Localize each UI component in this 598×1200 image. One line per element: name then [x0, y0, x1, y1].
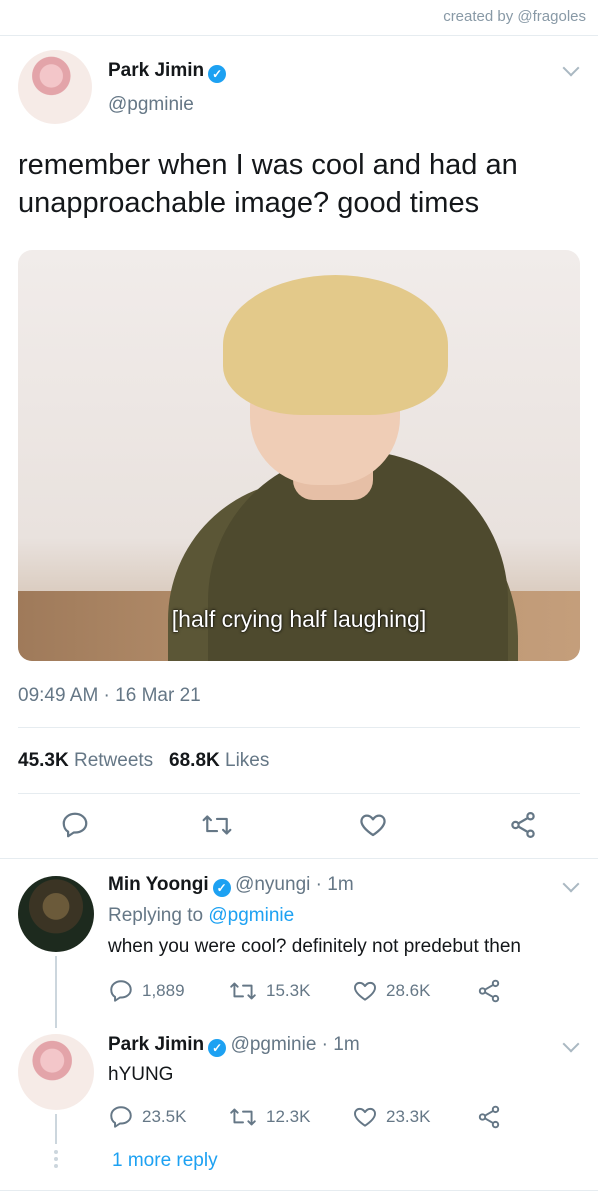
replying-to-handle[interactable]: @pgminie — [208, 905, 294, 926]
chevron-down-icon[interactable] — [562, 1035, 580, 1053]
reply-2-like-count: 23.3K — [386, 1107, 431, 1126]
stats-divider — [18, 793, 580, 794]
share-icon — [511, 812, 535, 838]
image-hair — [223, 275, 448, 415]
actions-divider — [0, 858, 598, 859]
verified-badge-icon: ✓ — [208, 1039, 227, 1057]
reply-2-retweet-button[interactable]: 12.3K — [228, 1104, 310, 1130]
share-icon — [478, 979, 500, 1003]
reply-2-retweet-count: 12.3K — [266, 1107, 311, 1126]
reply-1-author-name[interactable]: Min Yoongi — [108, 874, 209, 895]
reply-1-like-count: 28.6K — [386, 981, 431, 1000]
chevron-down-icon[interactable] — [562, 875, 580, 893]
reply-1-reply-count: 1,889 — [142, 981, 185, 1000]
retweets-label: Retweets — [73, 750, 154, 771]
reply-1-retweet-count: 15.3K — [266, 981, 311, 1000]
author-avatar[interactable] — [18, 50, 92, 124]
retweet-icon — [202, 815, 232, 835]
reply-2-header[interactable]: Park Jimin ✓ @pgminie · 1m — [108, 1034, 360, 1057]
creator-credit: created by @fragoles — [443, 8, 586, 25]
reply-2-handle[interactable]: @pgminie — [231, 1034, 317, 1055]
reply-1-header[interactable]: Min Yoongi ✓ @nyungi · 1m — [108, 874, 354, 897]
bottom-divider — [0, 1190, 598, 1191]
like-button[interactable] — [358, 810, 388, 840]
reply-1-handle[interactable]: @nyungi — [235, 874, 310, 895]
retweet-button[interactable] — [200, 810, 234, 840]
thread-line — [55, 1114, 57, 1144]
replying-to-prefix: Replying to — [108, 905, 204, 926]
reply-2-reply-button[interactable]: 23.5K — [108, 1104, 186, 1130]
chevron-down-icon[interactable] — [562, 59, 580, 77]
reply-1-text: when you were cool? definitely not prede… — [108, 936, 521, 957]
tweet-text: remember when I was cool and had an unap… — [18, 149, 518, 219]
retweets-stat[interactable]: 45.3K Retweets — [18, 750, 153, 771]
retweet-icon — [230, 1108, 256, 1126]
reply-2-like-button[interactable]: 23.3K — [352, 1104, 430, 1130]
replying-to: Replying to @pgminie — [108, 905, 294, 927]
reply-2-author-name[interactable]: Park Jimin — [108, 1034, 204, 1055]
reply-2-avatar[interactable] — [18, 1034, 94, 1110]
likes-label: Likes — [225, 750, 270, 771]
likes-stat[interactable]: 68.8K Likes — [169, 750, 269, 771]
author-name[interactable]: Park Jimin — [108, 60, 204, 81]
reply-2-age: 1m — [333, 1034, 360, 1055]
tweet-time: 09:49 AM — [18, 685, 99, 706]
author-name-row[interactable]: Park Jimin ✓ — [108, 60, 227, 83]
reply-icon — [62, 812, 88, 838]
tweet-image[interactable]: [half crying half laughing] — [18, 250, 580, 661]
reply-1-like-button[interactable]: 28.6K — [352, 978, 430, 1004]
reply-1-reply-button[interactable]: 1,889 — [108, 978, 185, 1004]
tweet-timestamp[interactable]: 09:49 AM · 16 Mar 21 — [18, 685, 201, 707]
reply-1-retweet-button[interactable]: 15.3K — [228, 978, 310, 1004]
author-handle[interactable]: @pgminie — [108, 94, 194, 116]
reply-icon — [110, 1106, 132, 1128]
reply-1-share-button[interactable] — [476, 978, 502, 1004]
retweets-count: 45.3K — [18, 750, 69, 771]
image-caption: [half crying half laughing] — [171, 606, 427, 632]
meta-divider — [18, 727, 580, 728]
thread-line — [55, 956, 57, 1028]
share-button[interactable] — [508, 810, 538, 840]
reply-2-text: hYUNG — [108, 1064, 174, 1085]
reply-1-avatar[interactable] — [18, 876, 94, 952]
likes-count: 68.8K — [169, 750, 220, 771]
more-replies-link[interactable]: 1 more reply — [112, 1150, 218, 1172]
reply-icon — [110, 980, 132, 1002]
tweet-stats: 45.3K Retweets 68.8K Likes — [18, 750, 269, 772]
heart-icon — [354, 1107, 376, 1127]
reply-button[interactable] — [60, 810, 90, 840]
heart-icon — [360, 814, 386, 837]
tweet-date: 16 Mar 21 — [115, 685, 201, 706]
verified-badge-icon: ✓ — [212, 879, 231, 897]
share-icon — [478, 1105, 500, 1129]
reply-2-share-button[interactable] — [476, 1104, 502, 1130]
reply-2-reply-count: 23.5K — [142, 1107, 187, 1126]
verified-badge-icon: ✓ — [208, 65, 227, 83]
retweet-icon — [230, 982, 256, 1000]
top-divider — [0, 35, 598, 36]
heart-icon — [354, 981, 376, 1001]
thread-dots — [54, 1150, 58, 1171]
reply-1-age: 1m — [327, 874, 354, 895]
